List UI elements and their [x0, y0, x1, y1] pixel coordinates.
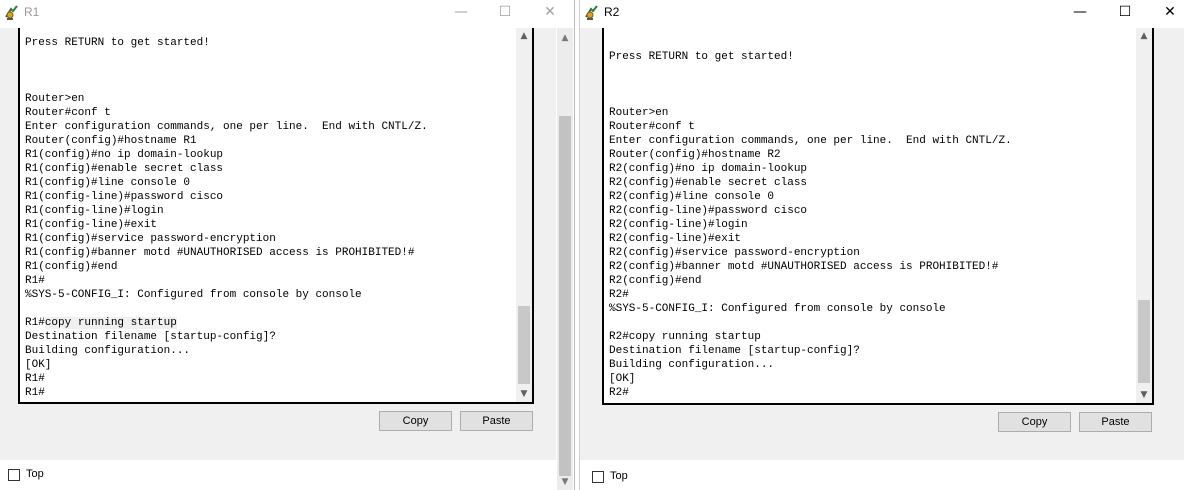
maximize-button[interactable]: ☐: [1102, 0, 1148, 26]
cli-terminal[interactable]: Press RETURN to get started! Router>en R…: [18, 28, 534, 404]
paste-button[interactable]: Paste: [460, 411, 533, 431]
scroll-thumb[interactable]: [1138, 300, 1150, 383]
scroll-down-icon[interactable]: ▼: [557, 474, 573, 490]
window-r2: R2 — ☐ ✕ Press RETURN to get started! Ro…: [579, 0, 1194, 490]
close-icon: ✕: [1164, 4, 1176, 20]
copy-button[interactable]: Copy: [379, 411, 452, 431]
scroll-thumb[interactable]: [559, 116, 571, 476]
maximize-button[interactable]: ☐: [482, 0, 528, 26]
titlebar-r2[interactable]: R2 — ☐ ✕: [580, 0, 1194, 26]
minimize-icon: —: [1073, 4, 1087, 20]
client-area: Press RETURN to get started! Router>en R…: [0, 28, 556, 490]
bottom-bar: Top: [580, 460, 1184, 490]
top-checkbox[interactable]: [8, 469, 20, 481]
terminal-prompt: R1#: [25, 317, 45, 329]
top-checkbox-label: Top: [26, 468, 44, 480]
maximize-icon: ☐: [1118, 4, 1132, 20]
window-title: R1: [24, 5, 40, 19]
close-icon: ✕: [544, 4, 556, 20]
terminal-lines-after: Destination filename [startup-config]? B…: [25, 331, 276, 399]
top-checkbox[interactable]: [592, 471, 604, 483]
paste-button[interactable]: Paste: [1079, 412, 1152, 432]
terminal-output[interactable]: Press RETURN to get started! Router>en R…: [25, 36, 428, 400]
window-r1: R1 — ☐ ✕ Press RETURN to get started! Ro…: [0, 0, 575, 490]
client-area: Press RETURN to get started! Router>en R…: [580, 28, 1184, 490]
maximize-icon: ☐: [498, 4, 512, 20]
close-button[interactable]: ✕: [1147, 0, 1193, 26]
minimize-button[interactable]: —: [1057, 0, 1103, 26]
scroll-thumb[interactable]: [518, 306, 530, 384]
app-icon: [5, 5, 18, 20]
scroll-up-icon[interactable]: ▲: [516, 28, 532, 44]
window-title: R2: [604, 5, 620, 19]
top-checkbox-label: Top: [610, 470, 628, 482]
titlebar-r1[interactable]: R1 — ☐ ✕: [0, 0, 574, 26]
minimize-icon: —: [454, 4, 468, 20]
terminal-scrollbar[interactable]: ▲ ▼: [516, 28, 532, 402]
minimize-button[interactable]: —: [438, 0, 484, 26]
terminal-scrollbar[interactable]: ▲ ▼: [1136, 28, 1152, 403]
copy-button[interactable]: Copy: [998, 412, 1071, 432]
terminal-lines-before: Press RETURN to get started! Router>en R…: [25, 37, 428, 301]
bottom-bar: Top: [0, 460, 556, 490]
app-icon: [585, 5, 598, 20]
scroll-up-icon[interactable]: ▲: [1136, 28, 1152, 44]
scroll-down-icon[interactable]: ▼: [516, 386, 532, 402]
scroll-down-icon[interactable]: ▼: [1136, 387, 1152, 403]
window-scrollbar[interactable]: ▲ ▼: [557, 28, 573, 490]
terminal-output[interactable]: Press RETURN to get started! Router>en R…: [609, 36, 1012, 400]
terminal-selected-command: copy running startup: [44, 317, 177, 329]
scroll-up-icon[interactable]: ▲: [557, 30, 573, 46]
close-button[interactable]: ✕: [527, 0, 573, 26]
cli-terminal[interactable]: Press RETURN to get started! Router>en R…: [602, 28, 1154, 405]
